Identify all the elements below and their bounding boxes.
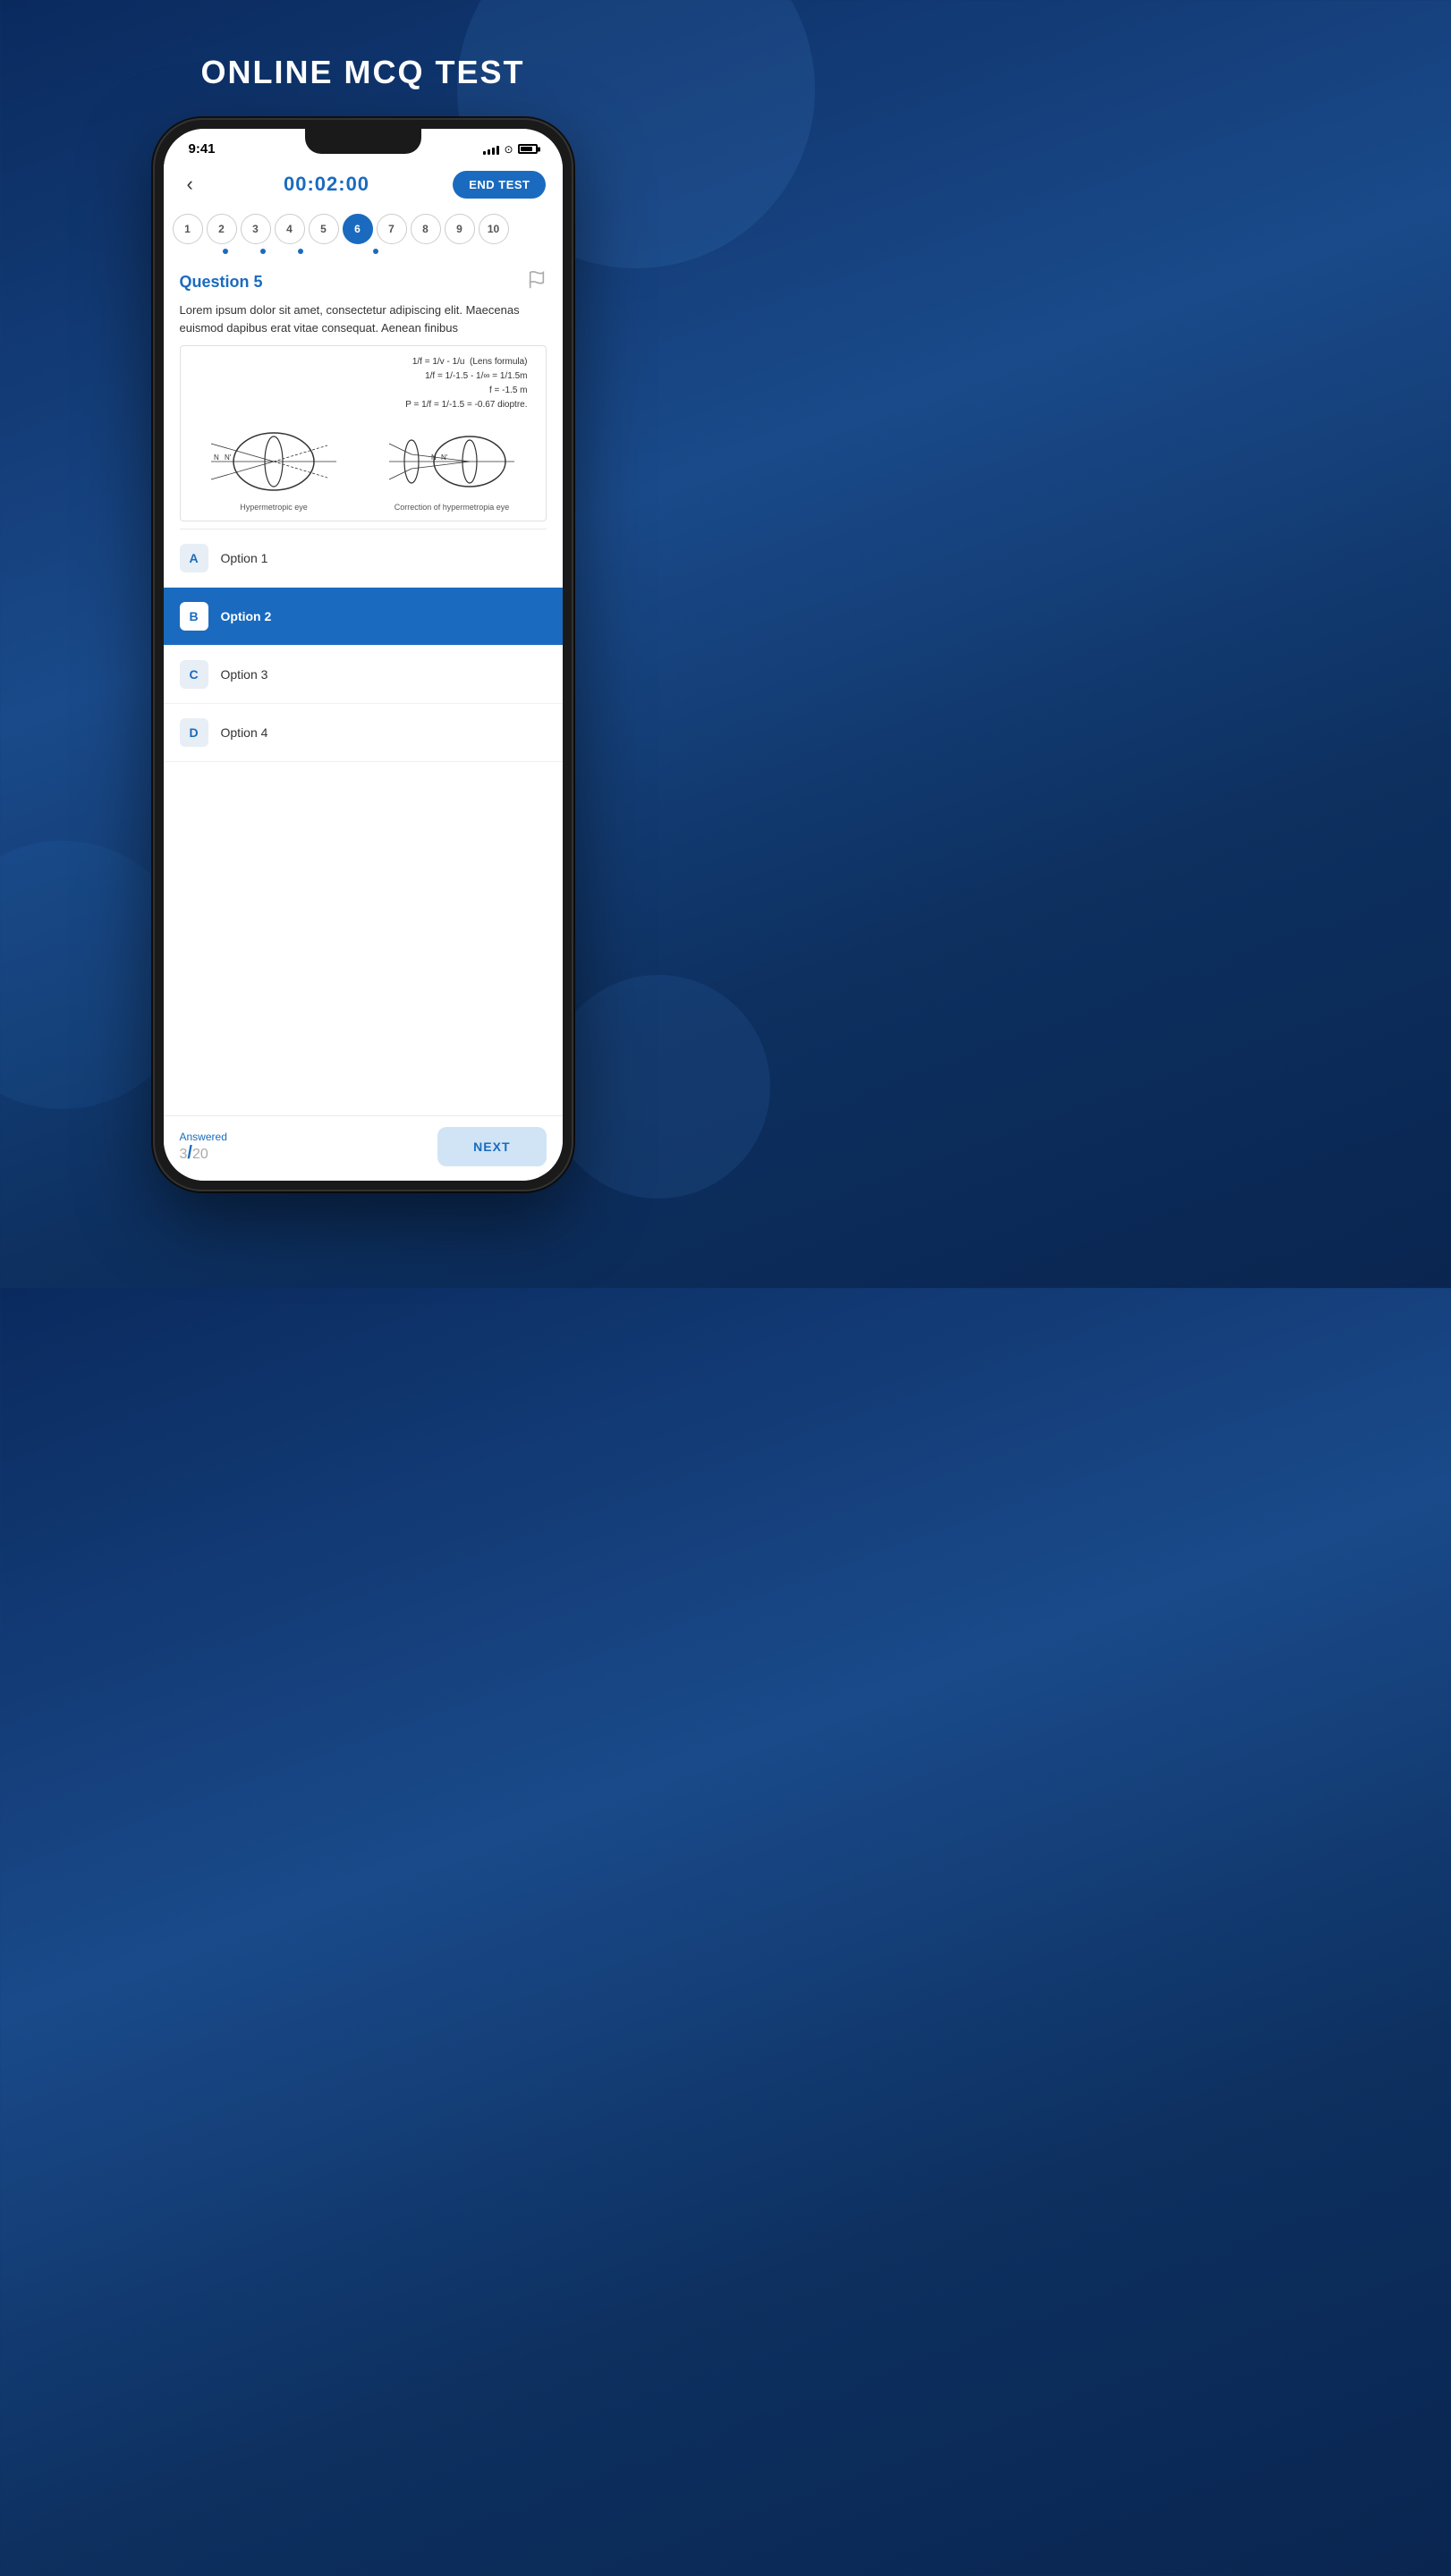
footer-bar: Answered 3/20 NEXT <box>164 1115 563 1181</box>
dot-spacer-4 <box>285 249 316 254</box>
next-button[interactable]: NEXT <box>437 1127 546 1166</box>
dot-6 <box>373 249 378 254</box>
dot-spacer-3 <box>248 249 278 254</box>
option-b-letter: B <box>180 602 208 631</box>
answered-count: 3/20 <box>180 1143 227 1164</box>
dot-spacer-1 <box>173 249 203 254</box>
formula-line-3: f = -1.5 m <box>190 384 528 398</box>
option-c-row[interactable]: C Option 3 <box>164 646 563 704</box>
diagram-correction: N N' Correction of hypermetropia eye <box>385 417 519 512</box>
dot-4 <box>298 249 303 254</box>
question-diagram: 1/f = 1/v - 1/u (Lens formula) 1/f = 1/-… <box>180 345 547 521</box>
svg-text:N: N <box>431 453 437 462</box>
bg-decoration-3 <box>547 975 770 1199</box>
total-number: 20 <box>192 1147 208 1162</box>
dot-2 <box>223 249 228 254</box>
wifi-icon: ⊙ <box>504 143 513 156</box>
formula-line-1: 1/f = 1/v - 1/u (Lens formula) <box>190 355 528 369</box>
dot-spacer-5 <box>323 249 353 254</box>
signal-bar-3 <box>492 148 495 155</box>
formula-line-2: 1/f = 1/-1.5 - 1/∞ = 1/1.5m <box>190 369 528 384</box>
q-num-3[interactable]: 3 <box>241 214 271 244</box>
dot-spacer-6 <box>361 249 391 254</box>
options-section: A Option 1 B Option 2 C Option 3 D Optio… <box>164 530 563 762</box>
q-num-4[interactable]: 4 <box>275 214 305 244</box>
question-dots-row <box>164 246 563 259</box>
answered-number: 3 <box>180 1147 188 1162</box>
phone-notch <box>305 129 421 154</box>
dot-3 <box>260 249 266 254</box>
option-d-row[interactable]: D Option 4 <box>164 704 563 762</box>
status-icons: ⊙ <box>483 143 537 156</box>
back-button[interactable]: ‹ <box>180 169 200 199</box>
header-bar: ‹ 00:02:00 END TEST <box>164 162 563 208</box>
question-number-row: 1 2 3 4 5 6 7 8 9 10 <box>164 208 563 246</box>
answered-label: Answered <box>180 1131 227 1143</box>
option-a-text: Option 1 <box>221 551 268 565</box>
phone-frame: 9:41 ⊙ ‹ 00:02:00 END TEST 1 <box>153 118 573 1191</box>
dot-spacer-2 <box>210 249 241 254</box>
option-d-letter: D <box>180 718 208 747</box>
lens-formula: 1/f = 1/v - 1/u (Lens formula) 1/f = 1/-… <box>190 355 537 412</box>
q-num-7[interactable]: 7 <box>377 214 407 244</box>
q-num-10[interactable]: 10 <box>479 214 509 244</box>
option-d-text: Option 4 <box>221 725 268 740</box>
timer-display: 00:02:00 <box>284 173 369 196</box>
question-text: Lorem ipsum dolor sit amet, consectetur … <box>164 301 563 345</box>
q-num-2[interactable]: 2 <box>207 214 237 244</box>
phone-screen: 9:41 ⊙ ‹ 00:02:00 END TEST 1 <box>164 129 563 1181</box>
q-num-8[interactable]: 8 <box>411 214 441 244</box>
question-title: Question 5 <box>180 273 263 292</box>
signal-bar-4 <box>496 146 499 155</box>
q-num-6-active[interactable]: 6 <box>343 214 373 244</box>
diagram-hypermetropic: N N' Hypermetropic eye <box>207 417 341 512</box>
battery-icon <box>518 144 538 154</box>
signal-bar-1 <box>483 151 486 155</box>
q-num-9[interactable]: 9 <box>445 214 475 244</box>
question-header: Question 5 <box>164 259 563 301</box>
svg-text:N': N' <box>225 453 232 462</box>
option-a-row[interactable]: A Option 1 <box>164 530 563 588</box>
diagrams-row: N N' Hypermetropic eye <box>190 417 537 512</box>
battery-fill <box>521 147 533 151</box>
flag-icon[interactable] <box>527 270 547 294</box>
page-title: ONLINE MCQ TEST <box>201 54 525 91</box>
option-b-row[interactable]: B Option 2 <box>164 588 563 646</box>
hypermetropic-eye-svg: N N' <box>207 417 341 497</box>
option-a-letter: A <box>180 544 208 572</box>
status-time: 9:41 <box>189 141 216 157</box>
formula-line-4: P = 1/f = 1/-1.5 = -0.67 dioptre. <box>190 398 528 412</box>
end-test-button[interactable]: END TEST <box>453 171 546 199</box>
option-b-text: Option 2 <box>221 609 272 623</box>
option-c-text: Option 3 <box>221 667 268 682</box>
q-num-5[interactable]: 5 <box>309 214 339 244</box>
correction-eye-svg: N N' <box>385 417 519 497</box>
diagram-label-2: Correction of hypermetropia eye <box>395 503 510 512</box>
svg-text:N: N <box>214 453 219 462</box>
option-c-letter: C <box>180 660 208 689</box>
q-num-1[interactable]: 1 <box>173 214 203 244</box>
diagram-label-1: Hypermetropic eye <box>240 503 308 512</box>
signal-bar-2 <box>488 149 490 155</box>
question-content: Question 5 Lorem ipsum dolor sit amet, c… <box>164 259 563 1115</box>
svg-text:N': N' <box>441 453 448 462</box>
answered-section: Answered 3/20 <box>180 1131 227 1164</box>
signal-icon <box>483 144 499 155</box>
